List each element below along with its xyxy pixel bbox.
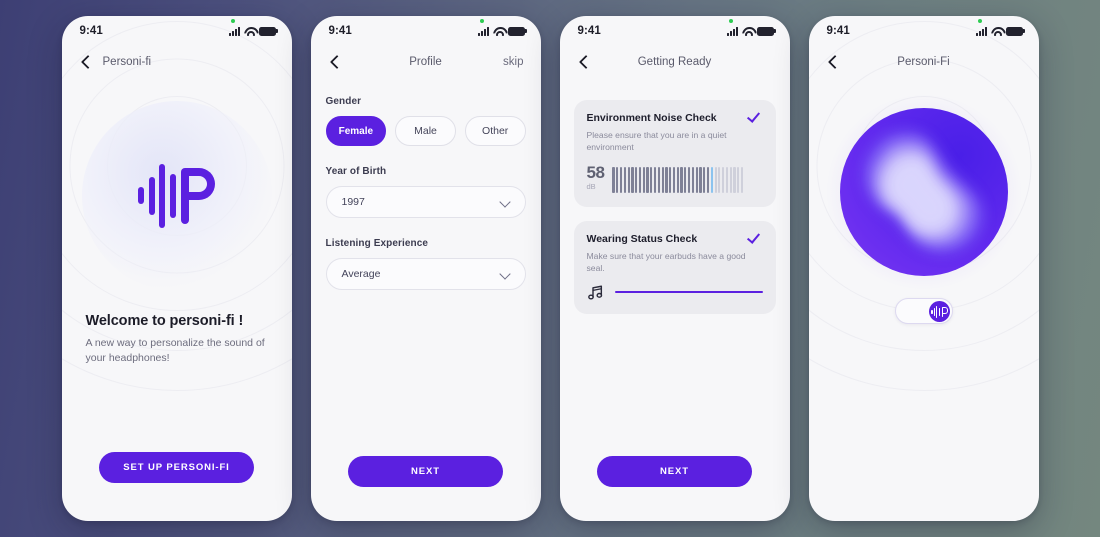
nav-bar: Getting Ready: [560, 46, 790, 78]
personi-fi-toggle[interactable]: [894, 298, 953, 324]
nav-bar: Personi-Fi: [809, 46, 1039, 78]
card-description: Please ensure that you are in a quiet en…: [586, 130, 727, 153]
chevron-left-icon[interactable]: [577, 54, 593, 70]
status-icons: [975, 18, 1025, 36]
nav-bar: Profile skip: [311, 46, 541, 78]
battery-icon: [1005, 26, 1025, 36]
status-bar: 9:41: [62, 16, 292, 46]
wearing-progress-row: [587, 285, 763, 300]
wearing-progress-bar: [614, 291, 763, 294]
status-icons: [726, 18, 776, 36]
card-title: Wearing Status Check: [586, 232, 698, 245]
noise-meter-ticks: [612, 166, 762, 193]
listening-experience-value: Average: [341, 268, 381, 280]
phone-screen-welcome: 9:41 Personi-fi Welcome to personi-fi ! …: [61, 16, 292, 521]
battery-icon: [258, 26, 278, 36]
card-title: Environment Noise Check: [586, 112, 717, 124]
cellular-signal-icon: [228, 26, 240, 36]
status-icons: [228, 18, 278, 36]
chevron-down-icon: [501, 270, 510, 279]
wifi-icon: [244, 27, 255, 36]
personi-fi-logo-icon: [928, 301, 950, 322]
battery-icon: [507, 26, 527, 36]
chevron-left-icon[interactable]: [328, 54, 344, 70]
status-clock: 9:41: [577, 25, 601, 37]
welcome-copy: Welcome to personi-fi ! A new way to per…: [62, 313, 292, 366]
checkmark-icon: [750, 111, 763, 120]
profile-cta-area: NEXT: [311, 456, 541, 487]
chevron-down-icon: [501, 198, 510, 207]
status-icons: [477, 18, 527, 36]
personi-fi-waveform-logo: [138, 161, 215, 231]
phone-screen-getting-ready: 9:41 Getting Ready Environment Noise Che…: [559, 16, 790, 521]
wifi-icon: [742, 27, 753, 36]
cellular-signal-icon: [726, 26, 738, 36]
phone-screen-result: 9:41 Personi-Fi: [808, 16, 1039, 521]
listening-experience-select[interactable]: Average: [325, 258, 526, 290]
welcome-body: Welcome to personi-fi ! A new way to per…: [62, 78, 292, 521]
environment-noise-check-card: Environment Noise Check Please ensure th…: [573, 100, 776, 207]
nav-bar: Personi-fi: [62, 46, 292, 78]
checkmark-icon: [750, 232, 763, 241]
gender-field-label: Gender: [325, 96, 362, 107]
green-status-dot: [977, 18, 982, 23]
wifi-icon: [991, 27, 1002, 36]
welcome-subtext: A new way to personalize the sound of yo…: [85, 337, 265, 365]
welcome-cta-area: SET UP PERSONI-FI: [62, 452, 292, 483]
music-note-icon: [587, 285, 604, 300]
status-bar: 9:41: [809, 16, 1039, 46]
db-unit: dB: [586, 182, 596, 192]
cellular-signal-icon: [975, 26, 987, 36]
wifi-icon: [493, 27, 504, 36]
status-bar: 9:41: [560, 16, 790, 46]
card-description: Make sure that your earbuds have a good …: [586, 250, 746, 273]
listening-experience-label: Listening Experience: [325, 238, 429, 249]
page-title: Personi-fi: [102, 56, 152, 68]
green-status-dot: [479, 18, 484, 23]
sound-profile-blob: [821, 90, 1026, 294]
chevron-left-icon[interactable]: [826, 54, 842, 70]
status-bar: 9:41: [311, 16, 541, 46]
chevron-left-icon[interactable]: [79, 54, 95, 70]
status-clock: 9:41: [328, 25, 352, 37]
logo-hero: [62, 78, 292, 313]
getting-ready-cta-area: NEXT: [560, 456, 790, 487]
check-card-list: Environment Noise Check Please ensure th…: [560, 78, 790, 314]
gender-option-other[interactable]: Other: [464, 116, 526, 146]
green-status-dot: [230, 18, 235, 23]
year-of-birth-label: Year of Birth: [325, 166, 387, 177]
green-status-dot: [728, 18, 733, 23]
status-clock: 9:41: [79, 25, 103, 37]
gender-option-male[interactable]: Male: [395, 116, 456, 146]
db-value: 58: [586, 163, 605, 183]
next-button[interactable]: NEXT: [597, 456, 752, 487]
page-title: Getting Ready: [637, 56, 712, 68]
noise-meter: 58 dB: [587, 164, 763, 193]
battery-icon: [756, 26, 776, 36]
phone-screen-profile: 9:41 Profile skip Gender Female Male Oth…: [310, 16, 541, 521]
logo-p-glyph: [181, 167, 215, 224]
blob-disc: [839, 108, 1008, 276]
status-clock: 9:41: [826, 25, 850, 37]
profile-form: Gender Female Male Other Year of Birth 1…: [311, 78, 541, 290]
setup-personi-fi-button[interactable]: SET UP PERSONI-FI: [99, 452, 254, 483]
result-body: RETEST TEST REPORT: [809, 90, 1039, 521]
cellular-signal-icon: [477, 26, 489, 36]
gender-chip-group: Female Male Other: [325, 116, 526, 146]
year-of-birth-select[interactable]: 1997: [325, 186, 526, 218]
personi-fi-toggle-area: [809, 298, 1039, 324]
skip-button[interactable]: skip: [503, 56, 523, 68]
next-button[interactable]: NEXT: [348, 456, 503, 487]
profile-body: Gender Female Male Other Year of Birth 1…: [311, 78, 541, 521]
welcome-heading: Welcome to personi-fi !: [85, 313, 244, 329]
wearing-status-check-card: Wearing Status Check Make sure that your…: [573, 220, 776, 314]
year-of-birth-value: 1997: [341, 196, 365, 208]
page-title: Personi-Fi: [897, 56, 950, 68]
db-readout: 58 dB: [587, 164, 605, 193]
getting-ready-body: Environment Noise Check Please ensure th…: [560, 78, 790, 521]
gender-option-female[interactable]: Female: [325, 116, 387, 146]
phone-mockup-stage: 9:41 Personi-fi Welcome to personi-fi ! …: [0, 0, 1100, 537]
